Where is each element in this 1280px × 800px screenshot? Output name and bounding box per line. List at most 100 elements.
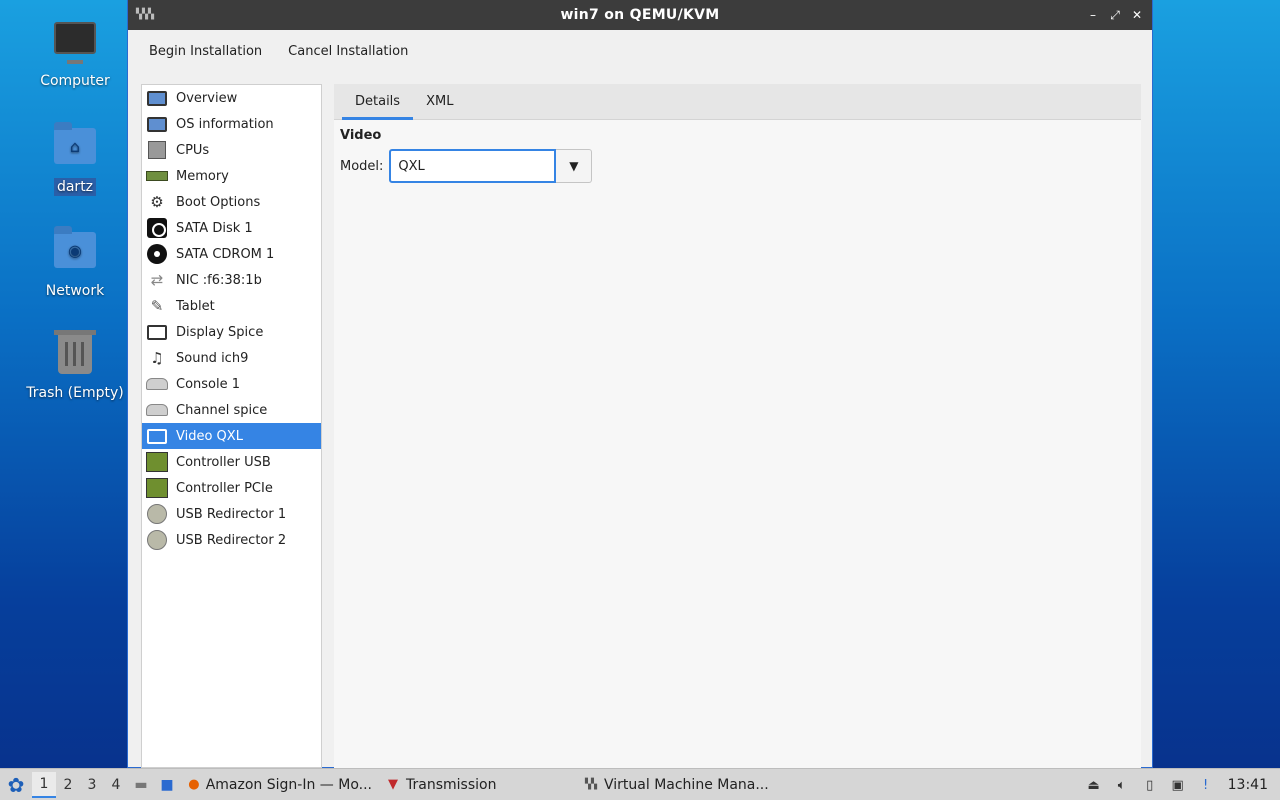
sidebar-item-controller-usb[interactable]: Controller USB: [142, 449, 321, 475]
video-panel: Video Model: ▼: [334, 120, 1141, 191]
sidebar-item-label: OS information: [176, 116, 274, 132]
desktop-icon: ■: [160, 776, 174, 793]
show-desktop-button[interactable]: ■: [154, 772, 180, 798]
workspace-2[interactable]: 2: [56, 772, 80, 798]
workspace-1[interactable]: 1: [32, 771, 56, 798]
section-title: Video: [340, 128, 382, 143]
sidebar-item-label: SATA Disk 1: [176, 220, 253, 236]
clipboard-icon[interactable]: ▯: [1140, 775, 1160, 795]
sidebar-item-memory[interactable]: Memory: [142, 163, 321, 189]
sidebar-item-display-spice[interactable]: Display Spice: [142, 319, 321, 345]
tab-details[interactable]: Details: [342, 94, 414, 120]
computer-icon: [53, 22, 97, 66]
sidebar-item-sata-cdrom-1[interactable]: SATA CDROM 1: [142, 241, 321, 267]
sidebar-item-overview[interactable]: Overview: [142, 85, 321, 111]
desktop-icon-network[interactable]: ◉ Network: [20, 226, 130, 300]
desktop-icon-label: Trash (Empty): [26, 385, 124, 401]
sidebar-item-label: Boot Options: [176, 194, 261, 210]
desktop-icon-home-folder[interactable]: ⌂ dartz: [20, 122, 130, 196]
notification-icon[interactable]: !: [1196, 775, 1216, 795]
monitor-icon: [145, 113, 169, 135]
sidebar-item-sound-ich9[interactable]: ♫ Sound ich9: [142, 345, 321, 371]
tray-up-icon[interactable]: ⏏: [1084, 775, 1104, 795]
sidebar-item-label: Tablet: [176, 298, 215, 314]
workspace-3[interactable]: 3: [80, 772, 104, 798]
begin-installation-button[interactable]: Begin Installation: [138, 38, 273, 65]
task-label: Virtual Machine Mana...: [604, 776, 769, 793]
model-label: Model:: [340, 158, 384, 174]
sidebar-item-label: Controller USB: [176, 454, 271, 470]
file-manager-launcher[interactable]: ▬: [128, 772, 154, 798]
window-titlebar[interactable]: ▚▚▚ win7 on QEMU/KVM – ⤢ ✕: [128, 0, 1152, 30]
cancel-installation-button[interactable]: Cancel Installation: [277, 38, 419, 65]
toolbar: Begin Installation Cancel Installation: [128, 30, 1152, 72]
desktop-icon-label: Network: [45, 283, 105, 299]
desktop-icon-trash[interactable]: Trash (Empty): [20, 330, 130, 402]
sidebar-item-label: NIC :f6:38:1b: [176, 272, 262, 288]
volume-icon[interactable]: 🔈︎: [1112, 775, 1132, 795]
start-menu-button[interactable]: ✿: [0, 769, 32, 800]
model-row: Model: ▼: [340, 149, 1135, 183]
sidebar-item-label: USB Redirector 2: [176, 532, 287, 548]
sidebar-item-label: Controller PCIe: [176, 480, 273, 496]
sidebar-item-controller-pcie[interactable]: Controller PCIe: [142, 475, 321, 501]
display-icon: [145, 321, 169, 343]
home-folder-icon: ⌂: [53, 122, 97, 172]
chevron-down-icon: ▼: [569, 159, 579, 173]
sidebar-item-console-1[interactable]: Console 1: [142, 371, 321, 397]
gears-icon: ⚙: [150, 193, 164, 211]
minimize-button[interactable]: –: [1084, 6, 1102, 24]
model-input[interactable]: [389, 149, 557, 183]
sidebar-item-channel-spice[interactable]: Channel spice: [142, 397, 321, 423]
desktop-icon-computer[interactable]: Computer: [20, 18, 130, 90]
sidebar-item-usb-redirector-1[interactable]: USB Redirector 1: [142, 501, 321, 527]
task-firefox[interactable]: ● Amazon Sign-In — Mo...: [180, 770, 378, 800]
sidebar-item-label: Display Spice: [176, 324, 264, 340]
tab-xml[interactable]: XML: [413, 94, 466, 119]
sidebar-item-label: SATA CDROM 1: [176, 246, 275, 262]
task-transmission[interactable]: ▼ Transmission: [378, 770, 576, 800]
close-button[interactable]: ✕: [1128, 6, 1146, 24]
sidebar-item-label: CPUs: [176, 142, 210, 158]
model-combobox: ▼: [389, 149, 593, 183]
workspace-4[interactable]: 4: [104, 772, 128, 798]
hardware-list: Overview OS information CPUs Memory ⚙ Bo…: [141, 84, 322, 768]
sidebar-item-label: Video QXL: [176, 428, 243, 444]
task-label: Transmission: [406, 776, 497, 793]
sidebar-item-nic[interactable]: ⇄ NIC :f6:38:1b: [142, 267, 321, 293]
virt-manager-icon: ▚▚: [584, 779, 598, 790]
network-arrows-icon: ⇄: [150, 271, 164, 289]
serial-icon: [145, 399, 169, 421]
lxqt-logo-icon: ✿: [7, 772, 25, 797]
taskbar: ✿ 1 2 3 4 ▬ ■ ● Amazon Sign-In — Mo... ▼…: [0, 768, 1280, 800]
sidebar-item-cpus[interactable]: CPUs: [142, 137, 321, 163]
model-dropdown-button[interactable]: ▼: [556, 149, 593, 183]
sidebar-item-label: USB Redirector 1: [176, 506, 287, 522]
usb-icon: [145, 529, 169, 551]
video-icon: [145, 425, 169, 447]
tab-bar: Details XML: [334, 84, 1141, 120]
desktop-icon-label: dartz: [53, 178, 97, 196]
sidebar-item-usb-redirector-2[interactable]: USB Redirector 2: [142, 527, 321, 553]
network-icon[interactable]: ▣: [1168, 775, 1188, 795]
sidebar-item-label: Console 1: [176, 376, 241, 392]
sidebar-item-label: Channel spice: [176, 402, 268, 418]
sidebar-item-boot-options[interactable]: ⚙ Boot Options: [142, 189, 321, 215]
cdrom-icon: [145, 243, 169, 265]
sidebar-item-label: Memory: [176, 168, 229, 184]
system-tray: ⏏ 🔈︎ ▯ ▣ ! 13:41: [1084, 769, 1280, 800]
hard-disk-icon: [145, 217, 169, 239]
sidebar-item-tablet[interactable]: ✎ Tablet: [142, 293, 321, 319]
sidebar-item-video-qxl[interactable]: Video QXL: [142, 423, 321, 449]
clock[interactable]: 13:41: [1228, 777, 1268, 793]
memory-icon: [145, 165, 169, 187]
trash-icon: [53, 330, 97, 378]
restore-button[interactable]: ⤢: [1106, 6, 1124, 24]
cpu-icon: [145, 139, 169, 161]
sidebar-item-os-information[interactable]: OS information: [142, 111, 321, 137]
firefox-icon: ●: [188, 777, 200, 792]
task-virt-manager[interactable]: ▚▚ Virtual Machine Mana...: [576, 770, 776, 800]
controller-icon: [145, 477, 169, 499]
sidebar-item-label: Overview: [176, 90, 238, 106]
sidebar-item-sata-disk-1[interactable]: SATA Disk 1: [142, 215, 321, 241]
